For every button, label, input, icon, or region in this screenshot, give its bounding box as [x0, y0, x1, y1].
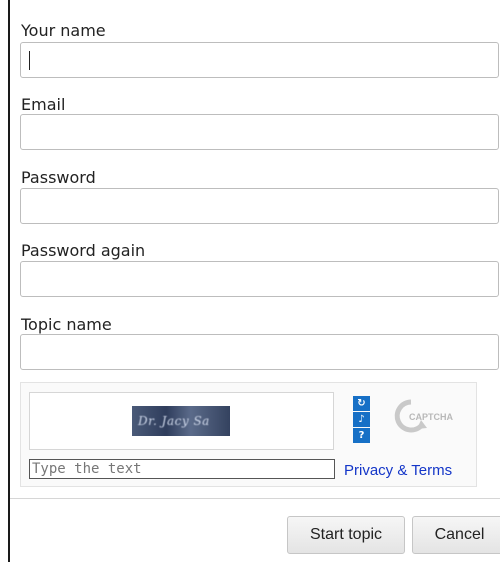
- password-label: Password: [21, 168, 96, 187]
- captcha-response-input[interactable]: Type the text: [29, 459, 335, 479]
- new-topic-dialog: Your name Email Password Password again …: [8, 0, 500, 562]
- text-caret: [29, 51, 30, 70]
- captcha-input-placeholder: Type the text: [32, 461, 142, 477]
- captcha-controls: ↻ ♪ ?: [353, 396, 370, 446]
- help-icon[interactable]: ?: [353, 428, 370, 443]
- audio-icon[interactable]: ♪: [353, 412, 370, 427]
- recaptcha-logo-text: CAPTCHA: [409, 412, 453, 422]
- topic-name-input[interactable]: [20, 334, 499, 370]
- your-name-input[interactable]: [20, 42, 499, 78]
- email-input[interactable]: [20, 114, 499, 150]
- topic-name-label: Topic name: [21, 315, 112, 334]
- cancel-button[interactable]: Cancel: [412, 516, 500, 554]
- password-input[interactable]: [20, 188, 499, 224]
- captcha-image-frame: Dr. Jacy Sa: [29, 392, 334, 450]
- recaptcha-logo: CAPTCHA: [391, 396, 469, 436]
- your-name-label: Your name: [21, 21, 106, 40]
- footer-divider: [10, 498, 500, 499]
- password-again-input[interactable]: [20, 261, 499, 297]
- password-again-label: Password again: [21, 241, 146, 260]
- email-label: Email: [21, 95, 66, 114]
- captcha-image-text: Dr. Jacy Sa: [138, 414, 210, 428]
- start-topic-button[interactable]: Start topic: [287, 516, 405, 554]
- captcha-widget: Dr. Jacy Sa ↻ ♪ ? CAPTCHA Type the text …: [20, 382, 477, 487]
- refresh-icon[interactable]: ↻: [353, 396, 370, 411]
- privacy-terms-link[interactable]: Privacy & Terms: [344, 462, 452, 479]
- captcha-image: Dr. Jacy Sa: [132, 406, 230, 436]
